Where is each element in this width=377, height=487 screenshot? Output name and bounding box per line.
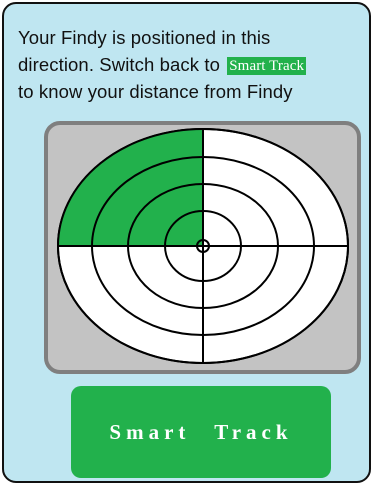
message-line-1: Your Findy is positioned in this xyxy=(18,27,271,48)
message-line-2-text: direction. Switch back to xyxy=(18,54,220,75)
message-line-2: direction. Switch back to Smart Track xyxy=(18,51,368,78)
smart-track-inline-tag: Smart Track xyxy=(227,57,307,75)
smart-track-button-label: Smart Track xyxy=(109,419,293,444)
direction-message: Your Findy is positioned in this directi… xyxy=(18,24,368,105)
radar-display xyxy=(57,128,349,364)
radar-frame xyxy=(44,121,361,374)
smart-track-button[interactable]: Smart Track xyxy=(71,386,331,478)
message-line-3: to know your distance from Findy xyxy=(18,81,293,102)
findy-direction-card: Your Findy is positioned in this directi… xyxy=(2,2,371,483)
